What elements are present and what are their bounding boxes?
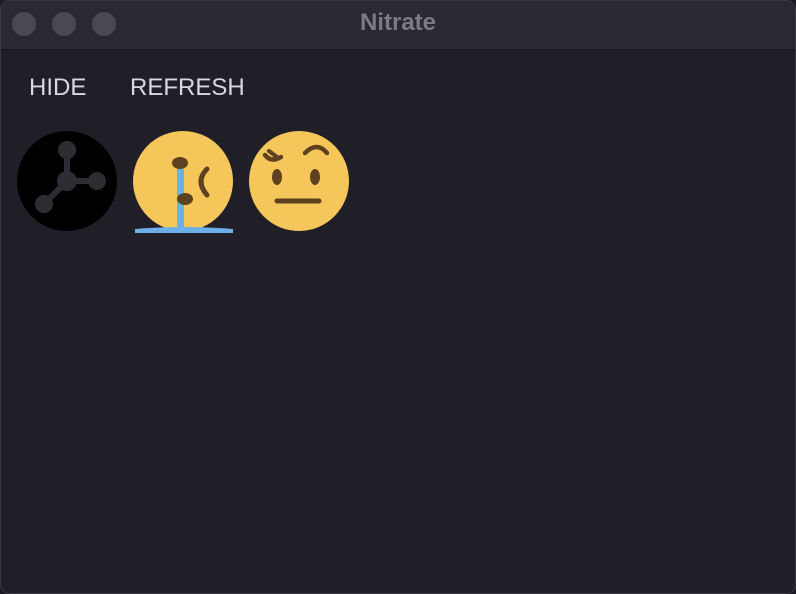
face-with-raised-eyebrow-icon bbox=[249, 131, 349, 231]
molecule-network-icon bbox=[17, 131, 117, 231]
refresh-button[interactable]: REFRESH bbox=[130, 69, 245, 109]
emoji-item[interactable] bbox=[247, 129, 351, 233]
hide-button[interactable]: HIDE bbox=[29, 69, 86, 109]
emoji-item[interactable] bbox=[15, 129, 119, 233]
title-bar[interactable]: Nitrate bbox=[1, 1, 795, 50]
face-holding-back-tears-melting-icon bbox=[133, 131, 233, 233]
window-title: Nitrate bbox=[359, 9, 437, 36]
emoji-item[interactable] bbox=[131, 129, 235, 233]
app-window: Nitrate HIDE REFRESH bbox=[0, 0, 796, 594]
emoji-list bbox=[1, 129, 401, 233]
